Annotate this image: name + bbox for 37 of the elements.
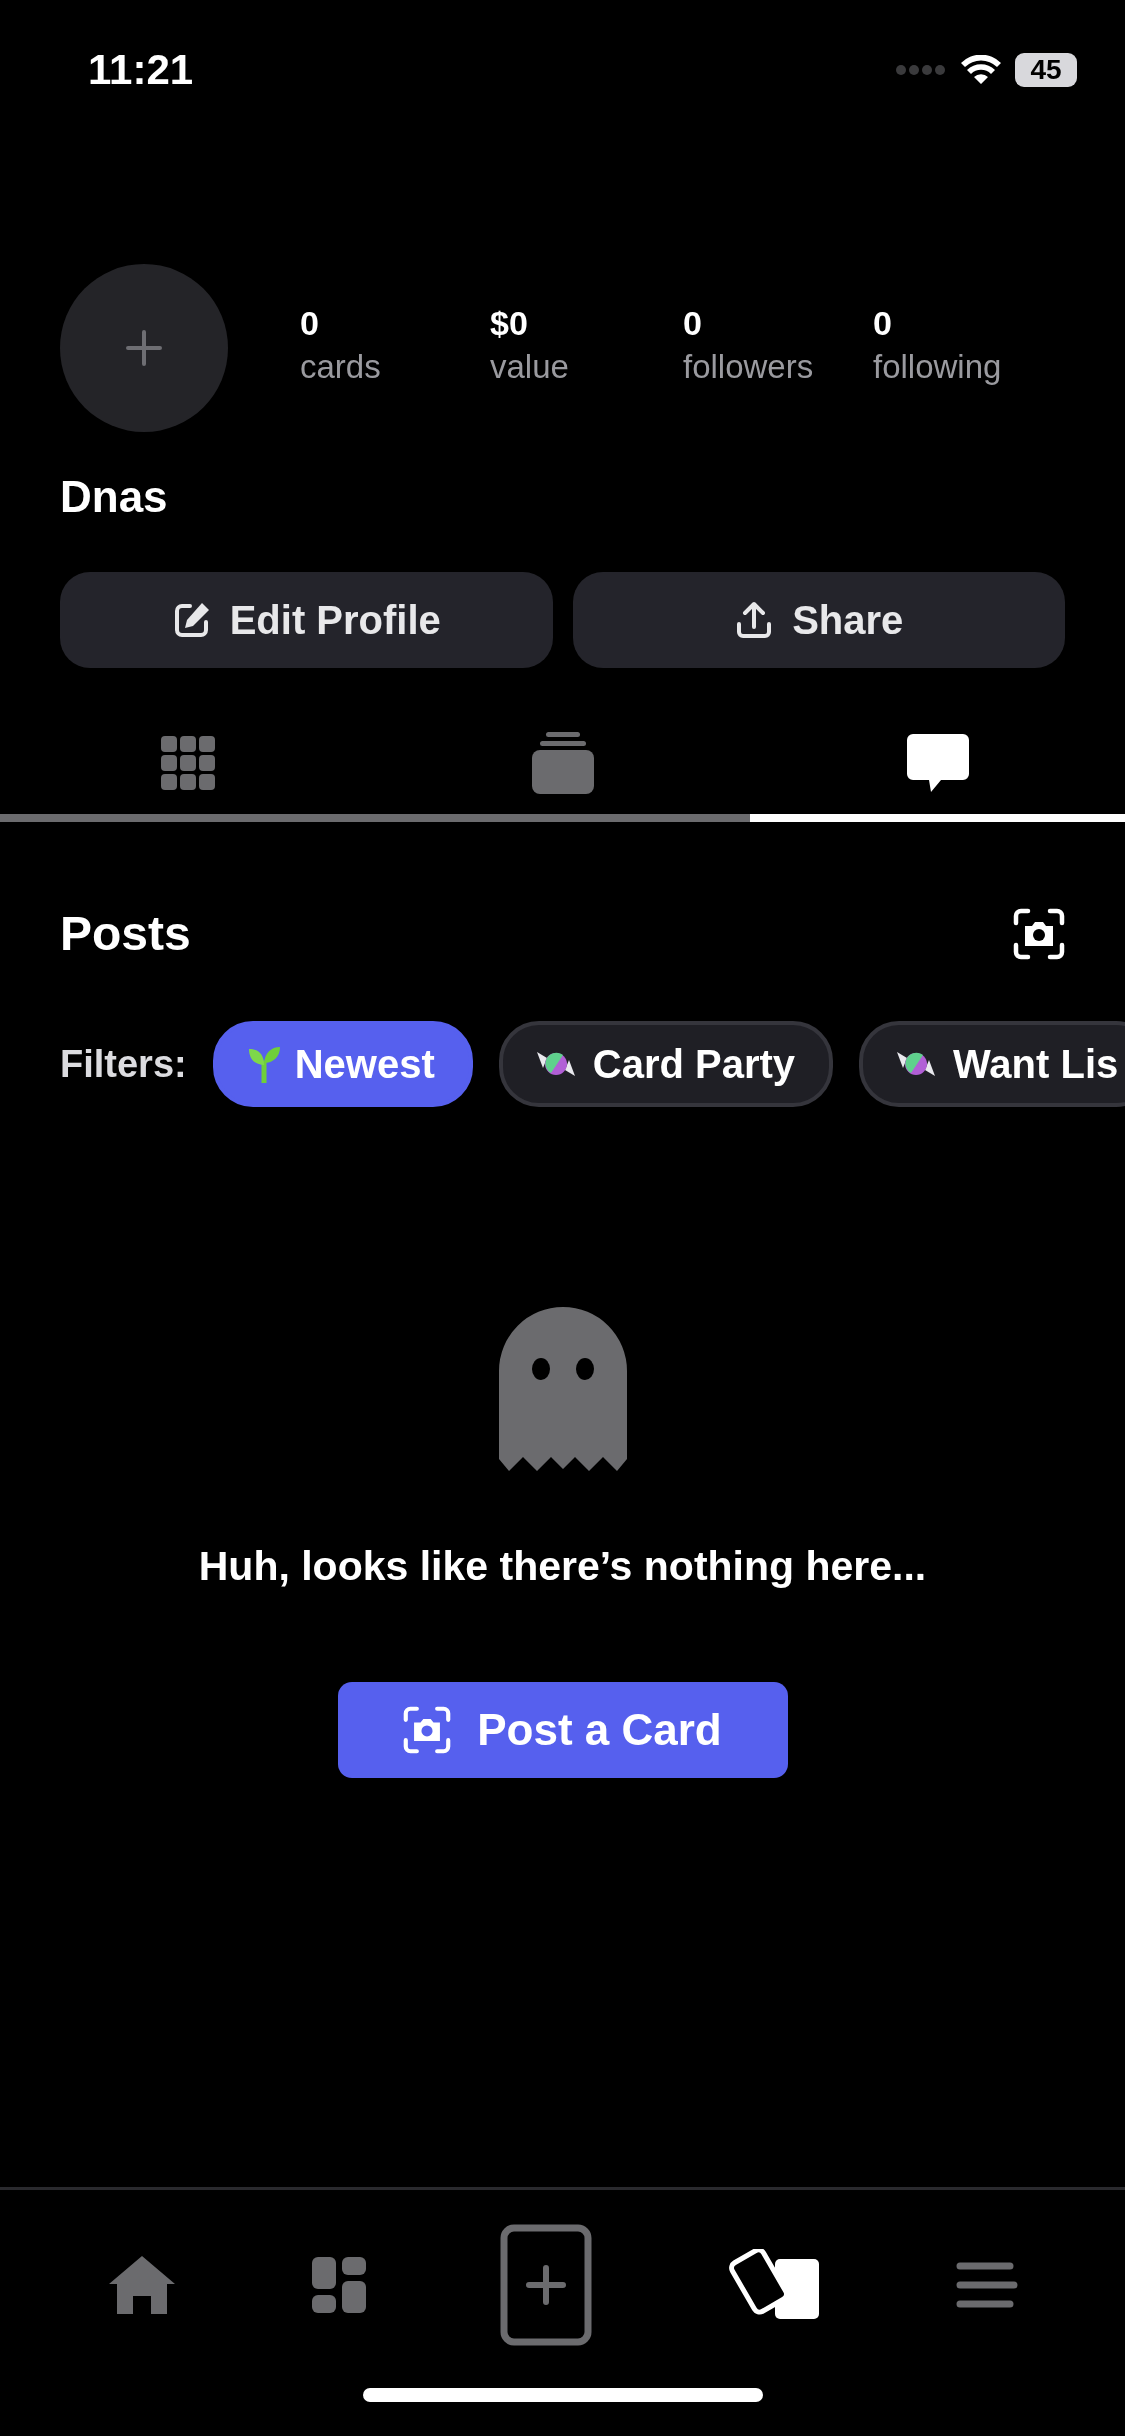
- stack-icon: [531, 732, 594, 794]
- menu-nav-item[interactable]: [955, 2262, 1018, 2308]
- filters-label: Filters:: [60, 1042, 187, 1086]
- camera-scan-icon: [403, 1706, 452, 1754]
- wifi-icon: [961, 55, 1001, 85]
- stat-value: $0: [490, 303, 529, 344]
- share-button[interactable]: Share: [572, 572, 1065, 668]
- status-time: 11:21: [88, 46, 194, 94]
- signal-icon: [895, 64, 947, 76]
- stat-value: 0: [300, 303, 320, 344]
- cards-icon: [727, 2249, 822, 2321]
- grid-icon: [160, 736, 215, 790]
- stat-label: followers: [683, 347, 815, 387]
- chat-icon: [906, 732, 969, 794]
- post-card-button[interactable]: Post a Card: [337, 1682, 788, 1778]
- stat-label: cards: [300, 347, 382, 387]
- widgets-icon: [311, 2257, 366, 2313]
- sprout-icon: [246, 1045, 281, 1083]
- battery-icon: 45: [1015, 53, 1077, 87]
- widgets-nav-item[interactable]: [311, 2257, 366, 2313]
- stat-value: 0: [683, 303, 703, 344]
- filter-chip[interactable]: Newest: [212, 1021, 473, 1107]
- filter-chip[interactable]: Want Lis: [859, 1021, 1125, 1107]
- stat-value: 0: [873, 303, 893, 344]
- camera-scan-icon[interactable]: [1013, 907, 1065, 960]
- profile-name: Dnas: [59, 471, 169, 522]
- cards-nav-item[interactable]: [727, 2249, 822, 2321]
- menu-icon: [955, 2262, 1018, 2308]
- empty-message: Huh, looks like there’s nothing here...: [198, 1543, 927, 1590]
- posts-title: Posts: [60, 906, 191, 961]
- add-card-icon: [500, 2224, 593, 2346]
- plus-icon: [124, 328, 164, 368]
- stat-label: following: [873, 347, 1003, 387]
- add-nav-item[interactable]: [500, 2224, 593, 2346]
- stat-label: value: [490, 347, 570, 387]
- filter-chip[interactable]: Card Party: [498, 1021, 834, 1107]
- edit-profile-button[interactable]: Edit Profile: [60, 572, 553, 668]
